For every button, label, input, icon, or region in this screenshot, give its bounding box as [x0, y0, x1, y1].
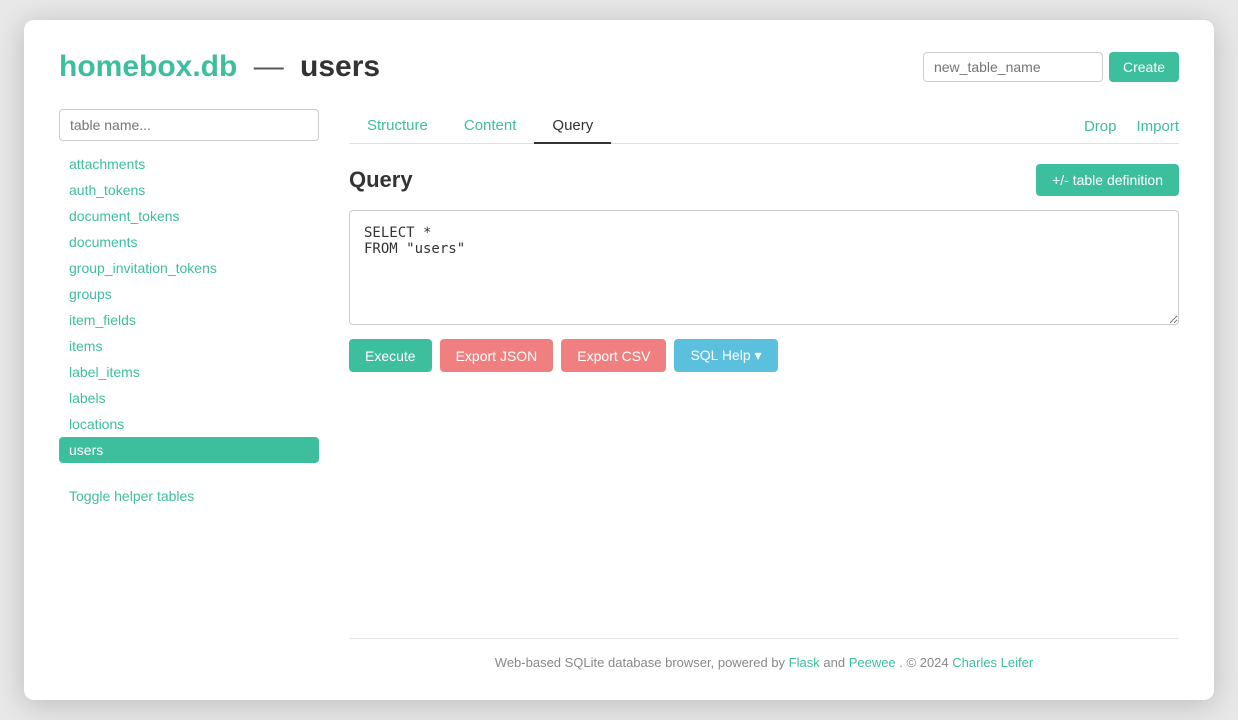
- sidebar-item-group_invitation_tokens[interactable]: group_invitation_tokens: [59, 255, 319, 281]
- drop-action[interactable]: Drop: [1084, 110, 1117, 143]
- tab-content[interactable]: Content: [446, 109, 535, 144]
- tabs-row: Structure Content Query Drop Import: [349, 109, 1179, 144]
- footer: Web-based SQLite database browser, power…: [349, 638, 1179, 670]
- footer-text-mid: and: [823, 655, 845, 670]
- page-title: homebox.db — users: [59, 50, 380, 84]
- sidebar-table-list: attachments auth_tokens document_tokens …: [59, 151, 319, 463]
- tabs-right: Drop Import: [1084, 110, 1179, 143]
- header: homebox.db — users Create: [59, 50, 1179, 84]
- tab-query[interactable]: Query: [534, 109, 611, 144]
- main-window: homebox.db — users Create attachments au…: [24, 20, 1214, 700]
- author-link[interactable]: Charles Leifer: [952, 655, 1033, 670]
- sidebar-item-items[interactable]: items: [59, 333, 319, 359]
- query-section: Query +/- table definition Execute Expor…: [349, 164, 1179, 372]
- sidebar-item-attachments[interactable]: attachments: [59, 151, 319, 177]
- title-separator: —: [254, 50, 284, 83]
- query-title: Query: [349, 167, 413, 193]
- footer-text-before: Web-based SQLite database browser, power…: [495, 655, 785, 670]
- new-table-input[interactable]: [923, 52, 1103, 82]
- sidebar-item-labels[interactable]: labels: [59, 385, 319, 411]
- db-name: homebox.db: [59, 50, 237, 83]
- export-json-button[interactable]: Export JSON: [440, 339, 554, 372]
- query-actions: Execute Export JSON Export CSV SQL Help …: [349, 339, 1179, 372]
- content-area: Structure Content Query Drop Import Quer…: [349, 109, 1179, 670]
- execute-button[interactable]: Execute: [349, 339, 432, 372]
- table-definition-button[interactable]: +/- table definition: [1036, 164, 1179, 196]
- sidebar-item-users[interactable]: users: [59, 437, 319, 463]
- sidebar-item-locations[interactable]: locations: [59, 411, 319, 437]
- header-actions: Create: [923, 52, 1179, 82]
- sidebar-item-label_items[interactable]: label_items: [59, 359, 319, 385]
- sidebar-item-documents[interactable]: documents: [59, 229, 319, 255]
- main-content: attachments auth_tokens document_tokens …: [59, 109, 1179, 670]
- table-name-title: users: [300, 50, 380, 83]
- toggle-helper-tables[interactable]: Toggle helper tables: [59, 483, 319, 509]
- export-csv-button[interactable]: Export CSV: [561, 339, 666, 372]
- table-search-input[interactable]: [59, 109, 319, 141]
- create-button[interactable]: Create: [1109, 52, 1179, 82]
- footer-text-after: . © 2024: [899, 655, 948, 670]
- flask-link[interactable]: Flask: [789, 655, 820, 670]
- sql-textarea[interactable]: [349, 210, 1179, 325]
- sidebar-item-document_tokens[interactable]: document_tokens: [59, 203, 319, 229]
- peewee-link[interactable]: Peewee: [849, 655, 896, 670]
- import-action[interactable]: Import: [1136, 110, 1179, 143]
- sidebar: attachments auth_tokens document_tokens …: [59, 109, 319, 670]
- query-header: Query +/- table definition: [349, 164, 1179, 196]
- sidebar-item-groups[interactable]: groups: [59, 281, 319, 307]
- sidebar-item-auth_tokens[interactable]: auth_tokens: [59, 177, 319, 203]
- tab-structure[interactable]: Structure: [349, 109, 446, 144]
- sql-help-button[interactable]: SQL Help ▾: [674, 339, 777, 372]
- tabs-left: Structure Content Query: [349, 109, 1084, 143]
- sidebar-item-item_fields[interactable]: item_fields: [59, 307, 319, 333]
